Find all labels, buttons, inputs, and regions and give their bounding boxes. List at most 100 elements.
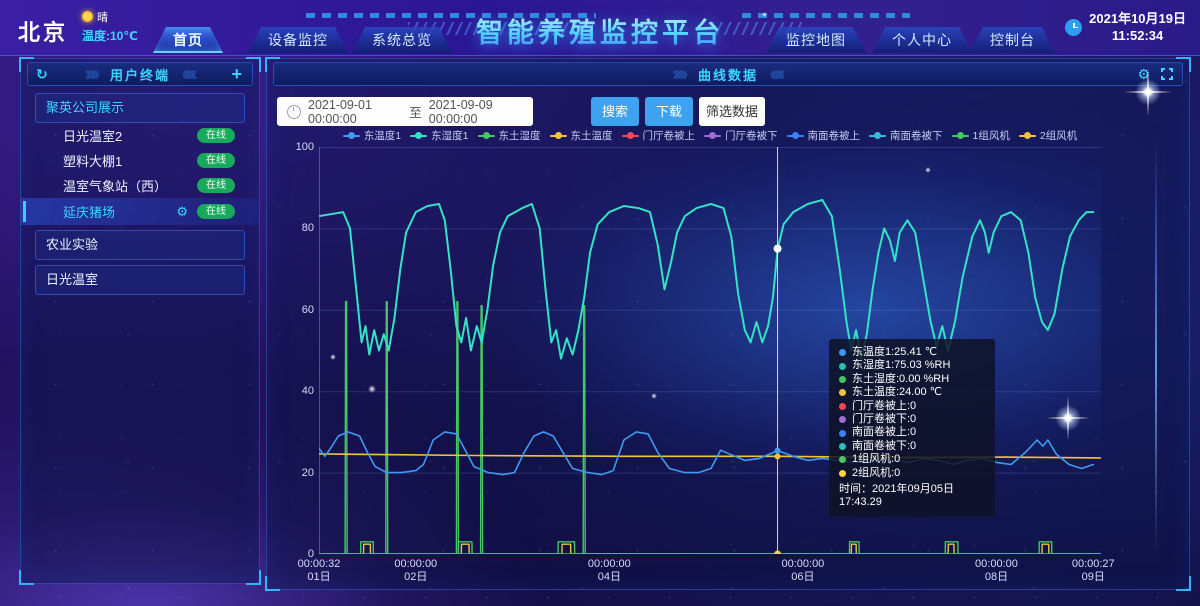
tab-personal-center[interactable]: 个人中心 bbox=[872, 27, 972, 53]
sidebar-item-weather-station-west[interactable]: 温室气象站（西） 在线 bbox=[21, 173, 259, 198]
tooltip-row: 门厅卷被下:0 bbox=[839, 413, 985, 426]
tooltip-row: 2组风机:0 bbox=[839, 467, 985, 480]
x-tick-label: 00:00:3201日 bbox=[277, 558, 361, 584]
status-badge: 在线 bbox=[197, 178, 235, 193]
crosshair-marker bbox=[775, 448, 781, 454]
legend-marker bbox=[1019, 132, 1036, 140]
tooltip-series-value: 2组风机:0 bbox=[852, 467, 900, 480]
legend-item-1组风机[interactable]: 1组风机 bbox=[952, 128, 1010, 143]
legend-item-2组风机[interactable]: 2组风机 bbox=[1019, 128, 1077, 143]
legend-marker bbox=[410, 132, 427, 140]
series-2组风机 bbox=[319, 544, 1101, 554]
tooltip-row: 1组风机:0 bbox=[839, 453, 985, 466]
top-bar: 北京 晴 温度:10℃ 首页 设备监控 系统总览 智能养殖监控平台 监控地图 个… bbox=[0, 0, 1200, 56]
tooltip-row: 南面卷被上:0 bbox=[839, 426, 985, 439]
sidebar-header: ↻ 》》》》》 用户终端 《《《《《 + bbox=[27, 62, 253, 86]
sidebar-title: 用户终端 bbox=[110, 65, 170, 84]
datetime-block: 2021年10月19日 11:52:34 bbox=[1065, 10, 1186, 44]
deco-arrows: 》》》》》 bbox=[85, 68, 102, 81]
legend-marker bbox=[343, 132, 360, 140]
chart-tooltip: 东温度1:25.41 ℃东湿度1:75.03 %RH东土湿度:0.00 %RH东… bbox=[829, 339, 995, 517]
tooltip-row: 东土湿度:0.00 %RH bbox=[839, 373, 985, 386]
legend-marker bbox=[478, 132, 495, 140]
legend-item-南面卷被下[interactable]: 南面卷被下 bbox=[869, 128, 943, 143]
series-东湿度1 bbox=[319, 200, 1093, 359]
clock-icon bbox=[1065, 19, 1082, 36]
chart-legend: 东温度1 东湿度1 东土湿度 东土温度 门厅卷被上 门厅卷被下南面卷被上南面卷被下 1组风机… bbox=[319, 128, 1101, 143]
tab-console[interactable]: 控制台 bbox=[970, 27, 1055, 53]
tooltip-series-dot bbox=[839, 456, 846, 463]
tooltip-series-value: 门厅卷被上:0 bbox=[852, 400, 916, 413]
refresh-icon[interactable]: ↻ bbox=[36, 67, 50, 81]
legend-label: 1组风机 bbox=[973, 128, 1010, 143]
add-terminal-icon[interactable]: + bbox=[231, 65, 244, 83]
tooltip-series-value: 南面卷被上:0 bbox=[852, 426, 916, 439]
corner-decoration bbox=[246, 570, 261, 585]
legend-item-东土温度[interactable]: 东土温度 bbox=[550, 128, 613, 143]
sidebar-item-sunlight-greenhouse[interactable]: 日光温室 bbox=[35, 265, 245, 295]
legend-marker bbox=[622, 132, 639, 140]
legend-marker bbox=[550, 132, 567, 140]
legend-item-门厅卷被下[interactable]: 门厅卷被下 bbox=[704, 128, 778, 143]
y-tick-label: 100 bbox=[280, 141, 314, 153]
legend-item-南面卷被上[interactable]: 南面卷被上 bbox=[787, 128, 861, 143]
tooltip-series-dot bbox=[839, 430, 846, 437]
tooltip-row: 东土温度:24.00 ℃ bbox=[839, 386, 985, 399]
status-badge: 在线 bbox=[197, 204, 235, 219]
legend-marker bbox=[869, 132, 886, 140]
legend-label: 门厅卷被下 bbox=[725, 128, 778, 143]
tooltip-series-dot bbox=[839, 416, 846, 423]
series-1组风机 bbox=[319, 542, 1101, 554]
tooltip-series-value: 东土湿度:0.00 %RH bbox=[852, 373, 949, 386]
curve-panel: 》》》》》 曲线数据 《《《《《 ⚙ 2021-09-01 00:00:00 至… bbox=[266, 58, 1190, 590]
sidebar: ↻ 》》》》》 用户终端 《《《《《 + 聚英公司展示 日光温室2 在线 塑料大… bbox=[20, 58, 260, 584]
sidebar-item-yanqing-pig-farm[interactable]: 延庆猪场 ⚙ 在线 bbox=[21, 198, 259, 225]
tooltip-series-value: 门厅卷被下:0 bbox=[852, 413, 916, 426]
crosshair-marker bbox=[774, 551, 781, 555]
sidebar-item-company[interactable]: 聚英公司展示 bbox=[35, 93, 245, 123]
legend-label: 东湿度1 bbox=[431, 128, 468, 143]
tooltip-row: 南面卷被下:0 bbox=[839, 440, 985, 453]
y-tick-label: 20 bbox=[280, 467, 314, 479]
crosshair-marker bbox=[775, 453, 781, 459]
tooltip-series-value: 东湿度1:75.03 %RH bbox=[852, 359, 950, 372]
y-tick-label: 60 bbox=[280, 304, 314, 316]
legend-marker bbox=[787, 132, 804, 140]
sidebar-item-plastic-shed1[interactable]: 塑料大棚1 在线 bbox=[21, 148, 259, 173]
legend-item-东湿度1[interactable]: 东湿度1 bbox=[410, 128, 468, 143]
tooltip-series-dot bbox=[839, 443, 846, 450]
legend-marker bbox=[952, 132, 969, 140]
x-tick-label: 00:00:0008日 bbox=[954, 558, 1038, 584]
tooltip-row: 东湿度1:75.03 %RH bbox=[839, 359, 985, 372]
sidebar-item-greenhouse2[interactable]: 日光温室2 在线 bbox=[21, 123, 259, 148]
legend-label: 门厅卷被上 bbox=[643, 128, 696, 143]
legend-item-门厅卷被上[interactable]: 门厅卷被上 bbox=[622, 128, 696, 143]
x-tick-label: 00:00:0006日 bbox=[761, 558, 845, 584]
corner-decoration bbox=[19, 570, 34, 585]
tab-monitor-map[interactable]: 监控地图 bbox=[766, 27, 866, 53]
light-streak bbox=[1155, 139, 1157, 553]
legend-item-东温度1[interactable]: 东温度1 bbox=[343, 128, 401, 143]
status-badge: 在线 bbox=[197, 128, 235, 143]
legend-label: 东土温度 bbox=[571, 128, 613, 143]
legend-marker bbox=[704, 132, 721, 140]
tooltip-series-dot bbox=[839, 363, 846, 370]
gear-icon[interactable]: ⚙ bbox=[176, 204, 188, 220]
legend-label: 东土湿度 bbox=[499, 128, 541, 143]
tooltip-series-dot bbox=[839, 403, 846, 410]
y-tick-label: 80 bbox=[280, 222, 314, 234]
app-root: 北京 晴 温度:10℃ 首页 设备监控 系统总览 智能养殖监控平台 监控地图 个… bbox=[0, 0, 1200, 606]
chart-area[interactable]: 东温度1 东湿度1 东土湿度 东土温度 门厅卷被上 门厅卷被下南面卷被上南面卷被下 1组风机… bbox=[267, 59, 1189, 589]
tooltip-series-value: 东温度1:25.41 ℃ bbox=[852, 346, 937, 359]
tooltip-series-dot bbox=[839, 389, 846, 396]
tooltip-series-dot bbox=[839, 470, 846, 477]
x-tick-label: 00:00:2709日 bbox=[1051, 558, 1135, 584]
tooltip-series-value: 南面卷被下:0 bbox=[852, 440, 916, 453]
x-tick-label: 00:00:0002日 bbox=[374, 558, 458, 584]
legend-item-东土湿度[interactable]: 东土湿度 bbox=[478, 128, 541, 143]
tooltip-row: 门厅卷被上:0 bbox=[839, 400, 985, 413]
tooltip-time: 时间：2021年09月05日 17:43.29 bbox=[839, 483, 985, 509]
sidebar-item-agriculture-experiment[interactable]: 农业实验 bbox=[35, 230, 245, 260]
status-badge: 在线 bbox=[197, 153, 235, 168]
tooltip-series-value: 东土温度:24.00 ℃ bbox=[852, 386, 942, 399]
